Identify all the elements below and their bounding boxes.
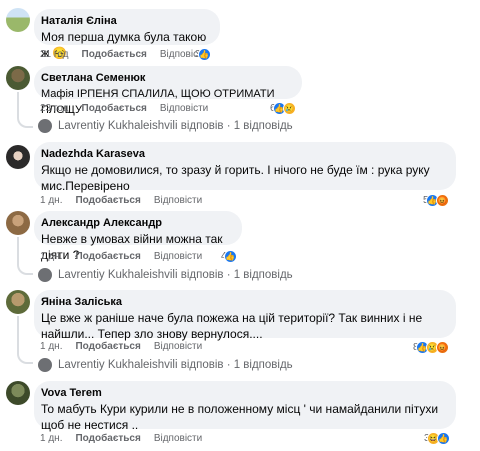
replier-avatar — [38, 358, 52, 372]
like-icon: 👍 — [436, 432, 450, 445]
comment-bubble: Nadezhda Karaseva Якщо не домовилися, то… — [34, 142, 456, 193]
comment-text: Це вже ж раніше наче була пожежа на цій … — [41, 311, 423, 341]
replies-summary: Lavrentiy Kukhaleishvili відповів · 1 ві… — [58, 359, 293, 371]
like-button[interactable]: Подобається — [82, 103, 147, 115]
avatar[interactable] — [6, 290, 30, 314]
comment-bubble: Светлана Семенюк Мафія ІРПЕНЯ СПАЛИЛА, Щ… — [34, 66, 302, 116]
comment-bubble: Наталія Єліна Моя перша думка була такою… — [34, 9, 220, 60]
comment-time[interactable]: 1 дн. — [40, 195, 62, 207]
replier-avatar — [38, 119, 52, 133]
comment-bubble: Vova Terem То мабуть Кури курили не в по… — [34, 381, 456, 432]
reactions[interactable]: 6 👍 😢 — [270, 102, 296, 115]
replier-avatar — [38, 268, 52, 282]
reactions[interactable]: 8 👍 😢 😡 — [413, 341, 449, 354]
avatar[interactable] — [6, 8, 30, 32]
comment-author[interactable]: Nadezhda Karaseva — [41, 147, 446, 161]
like-button[interactable]: Подобається — [75, 341, 140, 353]
comment-author[interactable]: Светлана Семенюк — [41, 71, 292, 85]
thread-line — [17, 316, 19, 352]
comment-meta: 1 дн. Подобається Відповісти — [40, 341, 202, 353]
comment-author[interactable]: Vova Terem — [41, 386, 446, 400]
like-button[interactable]: Подобається — [75, 251, 140, 263]
avatar[interactable] — [6, 381, 30, 405]
reply-button[interactable]: Відповісти — [154, 195, 202, 207]
comment-time[interactable]: 1 дн. — [40, 341, 62, 353]
view-replies-link[interactable]: Lavrentiy Kukhaleishvili відповів · 1 ві… — [38, 119, 293, 133]
sad-icon: 😢 — [282, 102, 296, 115]
avatar[interactable] — [6, 211, 30, 235]
comment-meta: 23 год Подобається Відповісти — [40, 103, 208, 115]
reply-button[interactable]: Відповісти — [154, 251, 202, 263]
view-replies-link[interactable]: Lavrentiy Kukhaleishvili відповів · 1 ві… — [38, 268, 293, 282]
like-button[interactable]: Подобається — [75, 195, 140, 207]
comment-meta: 1 дн. Подобається Відповісти — [40, 251, 202, 263]
reply-button[interactable]: Відповісти — [154, 433, 202, 445]
like-icon: 👍 — [197, 48, 211, 61]
comment-time[interactable]: 1 дн. — [40, 251, 62, 263]
thread-line — [17, 92, 19, 116]
comment-author[interactable]: Наталія Єліна — [41, 14, 210, 28]
comment-time[interactable]: 1 дн. — [40, 433, 62, 445]
reactions[interactable]: 4 👍 — [221, 250, 237, 263]
like-button[interactable]: Подобається — [75, 433, 140, 445]
comment-time[interactable]: 23 год — [40, 103, 69, 115]
comment-meta: 1 дн. Подобається Відповісти — [40, 195, 202, 207]
avatar[interactable] — [6, 66, 30, 90]
comment-bubble: Александр Александр Невже в умовах війни… — [34, 211, 242, 262]
avatar[interactable] — [6, 145, 30, 169]
like-button[interactable]: Подобається — [82, 49, 147, 61]
comment-meta: 21 год Подобається Відповісти — [40, 49, 208, 61]
view-replies-link[interactable]: Lavrentiy Kukhaleishvili відповів · 1 ві… — [38, 358, 293, 372]
comment-author[interactable]: Александр Александр — [41, 216, 232, 230]
angry-icon: 😡 — [435, 341, 449, 354]
comment-text: То мабуть Кури курили не в положенному м… — [41, 402, 439, 432]
thread-connector — [17, 114, 33, 128]
comment-meta: 1 дн. Подобається Відповісти — [40, 433, 202, 445]
comment-time[interactable]: 21 год — [40, 49, 69, 61]
angry-icon: 😡 — [435, 194, 449, 207]
replies-summary: Lavrentiy Kukhaleishvili відповів · 1 ві… — [58, 120, 293, 132]
reactions[interactable]: 3 👍 — [195, 48, 211, 61]
reply-button[interactable]: Відповісти — [160, 103, 208, 115]
reactions[interactable]: 3 😆 👍 — [424, 432, 450, 445]
comment-author[interactable]: Яніна Залiська — [41, 295, 446, 309]
thread-connector — [17, 261, 33, 275]
thread-line — [17, 237, 19, 263]
replies-summary: Lavrentiy Kukhaleishvili відповів · 1 ві… — [58, 269, 293, 281]
comment-bubble: Яніна Залiська Це вже ж раніше наче була… — [34, 290, 456, 341]
like-icon: 👍 — [223, 250, 237, 263]
thread-connector — [17, 350, 33, 364]
reply-button[interactable]: Відповісти — [154, 341, 202, 353]
comment-text: Якщо не домовилися, то зразу й горить. І… — [41, 163, 430, 193]
reactions[interactable]: 5 👍 😡 — [423, 194, 449, 207]
